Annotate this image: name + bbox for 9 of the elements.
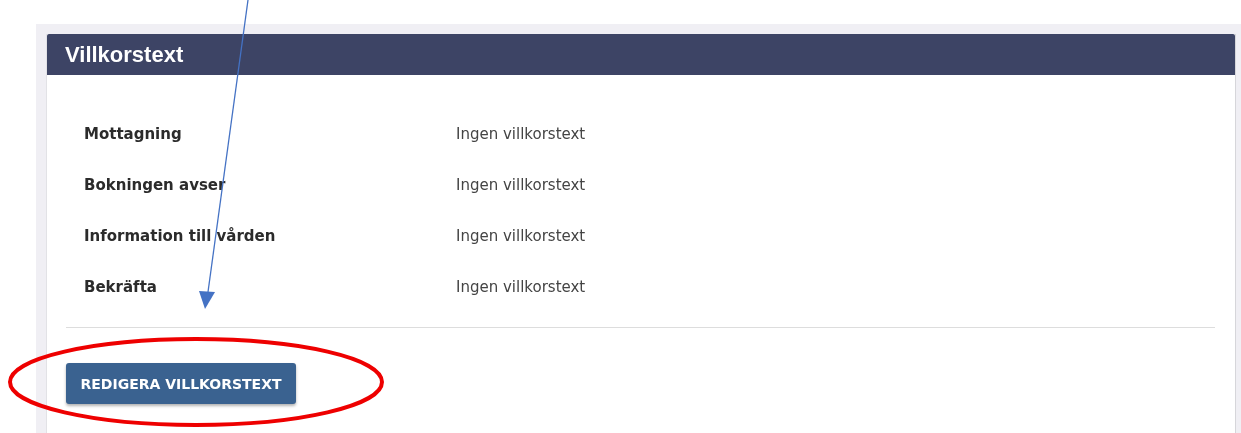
panel-title: Villkorstext: [65, 41, 184, 68]
field-label: Information till vården: [84, 226, 277, 245]
field-value: Ingen villkorstext: [456, 226, 587, 245]
field-label: Mottagning: [84, 124, 183, 143]
field-label: Bekräfta: [84, 277, 158, 296]
field-value: Ingen villkorstext: [456, 175, 587, 194]
field-value: Ingen villkorstext: [456, 277, 587, 296]
edit-button[interactable]: REDIGERA VILLKORSTEXT: [66, 363, 296, 404]
field-value: Ingen villkorstext: [456, 124, 587, 143]
